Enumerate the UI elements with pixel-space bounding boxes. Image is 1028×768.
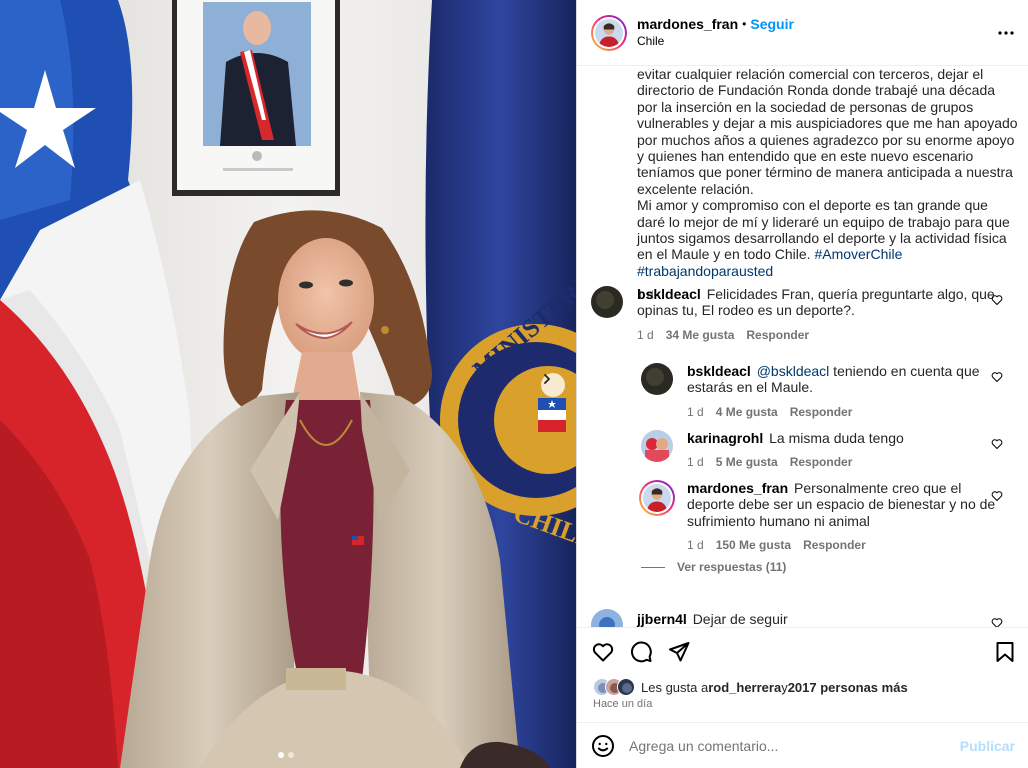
author-avatar-ring[interactable]	[591, 14, 627, 51]
view-replies-button[interactable]: Ver respuestas (11)	[641, 560, 786, 574]
carousel-dot	[288, 752, 294, 758]
caption-text-2: Mi amor y compromiso con el deporte es t…	[637, 197, 1019, 279]
post-image: MINISTERIO DE CHILE	[0, 0, 576, 768]
comment-text: Dejar de seguir	[692, 611, 788, 627]
post-photo[interactable]: MINISTERIO DE CHILE	[0, 0, 576, 768]
comment-likes[interactable]: 34 Me gusta	[666, 327, 735, 343]
comment-age: 1 d	[687, 404, 704, 419]
heart-icon[interactable]	[991, 617, 1003, 627]
post-timestamp[interactable]: Hace un día	[593, 698, 652, 710]
reply-button[interactable]: Responder	[790, 404, 853, 420]
hashtag-link[interactable]: #AmoverChile	[814, 246, 902, 262]
comment-reply: karinagrohl La misma duda tengo 1 d 5 Me…	[641, 430, 1015, 471]
caption-text: evitar cualquier relación comercial con …	[637, 66, 1018, 197]
replies-divider	[641, 566, 665, 568]
comment-likes[interactable]: 5 Me gusta	[716, 454, 778, 470]
avatar[interactable]	[641, 430, 673, 462]
framed-portrait	[172, 0, 340, 196]
avatar	[643, 484, 671, 512]
post-header: mardones_fran • Seguir Chile	[577, 0, 1028, 66]
heart-icon[interactable]	[991, 438, 1003, 450]
comment: bskldeacl Felicidades Fran, quería pregu…	[591, 286, 1015, 343]
comment-icon[interactable]	[629, 640, 653, 664]
comment-meta: 1 d 34 Me gusta Responder	[637, 327, 999, 343]
comment-meta: 1 d 5 Me gusta Responder	[687, 454, 997, 470]
comment-likes[interactable]: 4 Me gusta	[716, 404, 778, 420]
bookmark-icon[interactable]	[993, 640, 1017, 664]
comment-meta: 1 d 150 Me gusta Responder	[687, 537, 997, 553]
post-comment-button[interactable]: Publicar	[960, 738, 1015, 754]
liker-username[interactable]: rod_herrera	[708, 680, 781, 695]
comment-username[interactable]: jjbern4l	[637, 611, 687, 627]
comment-username[interactable]: bskldeacl	[637, 286, 701, 302]
heart-icon[interactable]	[991, 371, 1003, 383]
liker-avatar	[617, 678, 635, 696]
carousel-next-button[interactable]	[541, 373, 565, 397]
heart-icon[interactable]	[991, 490, 1003, 502]
author-username[interactable]: mardones_fran	[637, 16, 738, 33]
comment-composer: Publicar	[577, 722, 1028, 768]
comment-reply: mardones_fran Personalmente creo que el …	[639, 480, 1015, 554]
likes-count[interactable]: 2017 personas más	[788, 680, 908, 695]
post-location[interactable]: Chile	[637, 33, 794, 50]
comment-age: 1 d	[687, 538, 704, 553]
reply-button[interactable]: Responder	[803, 537, 866, 553]
comment-input[interactable]	[629, 737, 960, 754]
comment-likes[interactable]: 150 Me gusta	[716, 537, 791, 553]
comment-username[interactable]: mardones_fran	[687, 480, 788, 496]
follow-button[interactable]: Seguir	[750, 16, 794, 33]
send-icon[interactable]	[667, 640, 691, 664]
likes-summary: Les gusta a rod_herrera y 2017 personas …	[593, 678, 908, 696]
likes-prefix: Les gusta a	[641, 679, 709, 695]
comment-reply: bskldeacl @bskldeacl teniendo en cuenta …	[641, 363, 1015, 420]
comment-age: 1 d	[637, 327, 654, 342]
avatar[interactable]	[591, 286, 623, 318]
post-caption: evitar cualquier relación comercial con …	[637, 66, 1019, 304]
avatar-ring[interactable]	[639, 480, 675, 516]
author-avatar	[595, 18, 623, 47]
avatar[interactable]	[591, 609, 623, 627]
comment-age: 1 d	[687, 455, 704, 470]
comment-username[interactable]: bskldeacl	[687, 363, 751, 379]
comment-text: La misma duda tengo	[769, 430, 904, 446]
hashtag-link[interactable]: #trabajandoparausted	[637, 263, 773, 279]
reply-button[interactable]: Responder	[746, 327, 809, 343]
view-replies-label: Ver respuestas (11)	[677, 560, 787, 574]
carousel-dot	[278, 752, 284, 758]
heart-icon[interactable]	[591, 640, 615, 664]
post-sidebar: mardones_fran • Seguir Chile evitar cual…	[576, 0, 1028, 768]
emoji-icon[interactable]	[591, 734, 615, 758]
avatar[interactable]	[641, 363, 673, 395]
comments-scroll-area[interactable]: evitar cualquier relación comercial con …	[577, 66, 1028, 627]
likers-avatars[interactable]	[593, 678, 635, 696]
heart-icon[interactable]	[991, 294, 1003, 306]
reply-button[interactable]: Responder	[790, 454, 853, 470]
header-separator: •	[742, 16, 747, 31]
comment-username[interactable]: karinagrohl	[687, 430, 763, 446]
more-horizontal-icon[interactable]	[997, 24, 1015, 42]
comment: jjbern4l Dejar de seguir	[591, 609, 1015, 627]
chevron-right-icon	[544, 374, 550, 384]
post-actions: Les gusta a rod_herrera y 2017 personas …	[577, 627, 1028, 722]
mention-link[interactable]: @bskldeacl	[757, 363, 830, 379]
carousel-indicator	[278, 752, 294, 758]
comment-meta: 1 d 4 Me gusta Responder	[687, 404, 997, 420]
